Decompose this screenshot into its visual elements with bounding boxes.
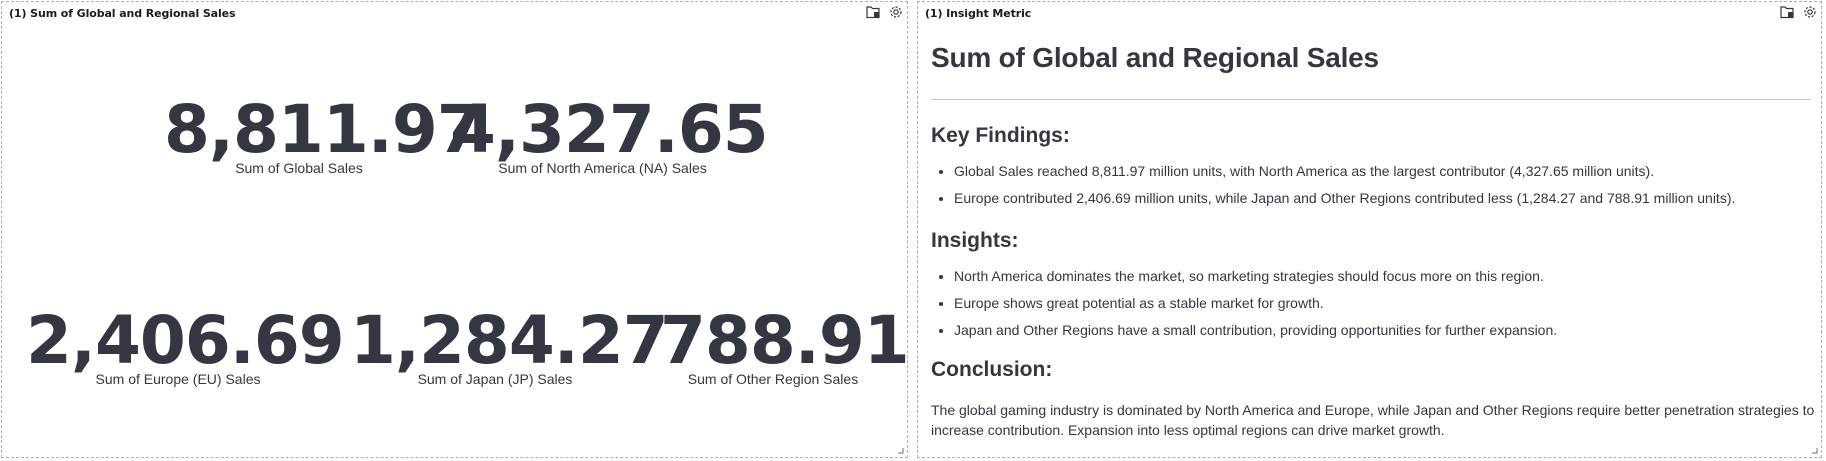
key-findings-list: Global Sales reached 8,811.97 million un… bbox=[931, 158, 1735, 212]
insights-heading: Insights: bbox=[931, 229, 1019, 252]
panel-title: (1) Sum of Global and Regional Sales bbox=[9, 7, 236, 20]
key-findings-heading: Key Findings: bbox=[931, 124, 1070, 147]
panel-actions bbox=[866, 5, 903, 19]
divider bbox=[931, 99, 1811, 100]
insight-heading: Sum of Global and Regional Sales bbox=[931, 42, 1379, 73]
metric-value: 1,284.27 bbox=[350, 302, 669, 379]
list-item: Global Sales reached 8,811.97 million un… bbox=[954, 158, 1735, 185]
insight-panel: (1) Insight Metric Sum of Global and Reg… bbox=[917, 1, 1822, 458]
insight-content: Sum of Global and Regional Sales Key Fin… bbox=[931, 32, 1814, 438]
panel-title: (1) Insight Metric bbox=[925, 7, 1032, 20]
metric-other-sales: 788.91 Sum of Other Region Sales bbox=[660, 302, 910, 388]
gear-icon[interactable] bbox=[889, 5, 903, 19]
resize-handle-icon[interactable] bbox=[897, 447, 904, 454]
list-item: North America dominates the market, so m… bbox=[954, 263, 1557, 290]
export-icon[interactable] bbox=[1780, 5, 1795, 19]
metric-eu-sales: 2,406.69 Sum of Europe (EU) Sales bbox=[26, 302, 345, 388]
export-icon[interactable] bbox=[866, 5, 881, 19]
conclusion-text: The global gaming industry is dominated … bbox=[931, 402, 1815, 438]
metric-jp-sales: 1,284.27 Sum of Japan (JP) Sales bbox=[350, 302, 669, 388]
gear-icon[interactable] bbox=[1803, 5, 1817, 19]
list-item: Japan and Other Regions have a small con… bbox=[954, 317, 1557, 344]
metric-value: 4,327.65 bbox=[450, 91, 769, 168]
metric-label: Sum of Other Region Sales bbox=[687, 371, 859, 387]
resize-handle-icon[interactable] bbox=[1811, 447, 1818, 454]
insights-list: North America dominates the market, so m… bbox=[931, 263, 1557, 344]
metric-value: 2,406.69 bbox=[26, 302, 345, 379]
list-item: Europe contributed 2,406.69 million unit… bbox=[954, 185, 1735, 212]
metric-global-sales: 8,811.97 Sum of Global Sales bbox=[164, 91, 483, 177]
list-item: Europe shows great potential as a stable… bbox=[954, 290, 1557, 317]
conclusion-heading: Conclusion: bbox=[931, 358, 1053, 381]
metric-value: 8,811.97 bbox=[164, 91, 483, 168]
panel-actions bbox=[1780, 5, 1817, 19]
metric-na-sales: 4,327.65 Sum of North America (NA) Sales bbox=[450, 91, 769, 177]
metric-value: 788.91 bbox=[660, 302, 910, 379]
metrics-panel: (1) Sum of Global and Regional Sales 8,8… bbox=[1, 1, 910, 458]
